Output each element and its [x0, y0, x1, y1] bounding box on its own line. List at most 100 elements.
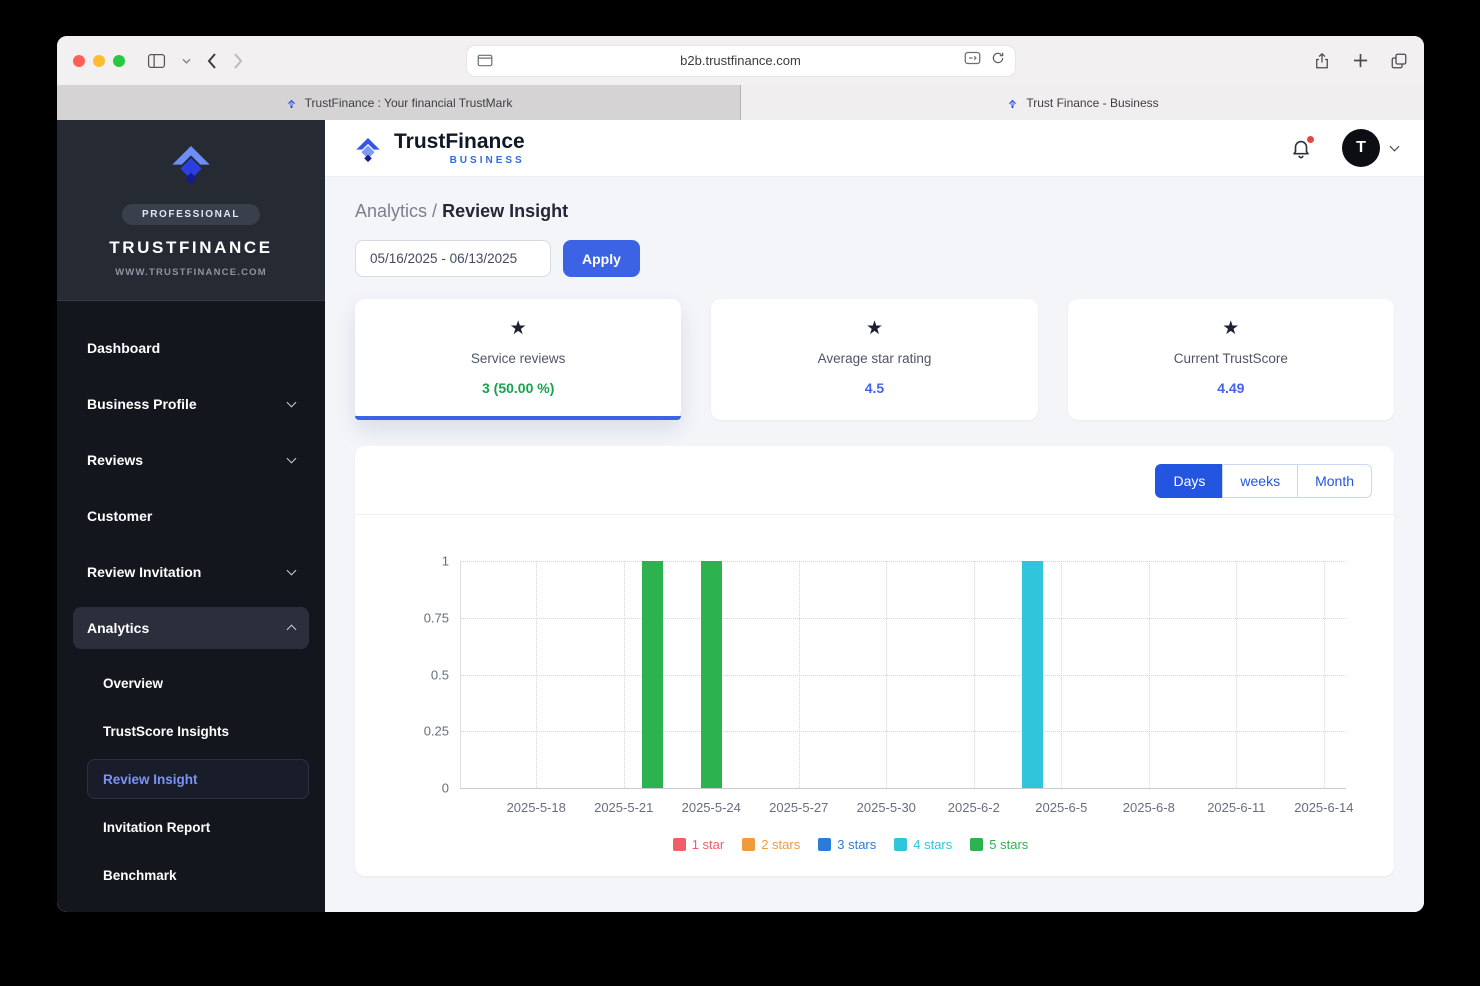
- page-title: Review Insight: [442, 201, 569, 221]
- app-brand-name: TrustFinance: [394, 129, 525, 153]
- stat-card-title: Average star rating: [817, 351, 932, 366]
- legend-label: 5 stars: [989, 837, 1029, 852]
- app-header: TrustFinance BUSINESS T: [325, 120, 1424, 177]
- legend-label: 1 star: [691, 837, 725, 852]
- x-axis-tick-label: 2025-6-14: [1294, 800, 1354, 815]
- sidebar-item-customer[interactable]: Customer: [73, 495, 309, 537]
- sidebar-chevron-down-icon[interactable]: [182, 58, 191, 64]
- chart-legend: 1 star 2 stars 3 stars 4 stars 5 stars: [355, 837, 1346, 852]
- legend-swatch-icon: [894, 838, 908, 851]
- y-axis-tick-label: 0.5: [430, 667, 449, 682]
- legend-item[interactable]: 5 stars: [970, 837, 1028, 852]
- stat-card-value: 4.5: [711, 380, 1037, 396]
- toggle-days-button[interactable]: Days: [1155, 464, 1224, 498]
- date-range-input[interactable]: [355, 240, 551, 277]
- sidebar-item-business-profile[interactable]: Business Profile: [73, 383, 309, 425]
- x-axis-tick-label: 2025-5-18: [506, 800, 566, 815]
- legend-swatch-icon: [818, 838, 832, 851]
- legend-label: 3 stars: [837, 837, 877, 852]
- close-window-button[interactable]: [73, 54, 85, 67]
- trustfinance-logo-icon: [172, 146, 210, 185]
- chart-plot: 1 0.75 0.5 0.25 0 2025-5-18 2025-5-21 2025-5-24…: [424, 554, 1354, 816]
- share-icon[interactable]: [1313, 51, 1331, 71]
- breadcrumb: Analytics / Review Insight: [355, 201, 1394, 222]
- stat-card-average-star-rating[interactable]: ★ Average star rating 4.5: [711, 299, 1038, 420]
- legend-item[interactable]: 4 stars: [894, 837, 952, 852]
- x-axis-tick-label: 2025-5-27: [769, 800, 829, 815]
- legend-item[interactable]: 2 stars: [742, 837, 800, 852]
- sidebar: PROFESSIONAL TRUSTFINANCE WWW.TRUSTFINAN…: [57, 120, 325, 912]
- chart-bar[interactable]: [700, 561, 722, 788]
- chevron-down-icon: [286, 397, 297, 408]
- sidebar-item-analytics[interactable]: Analytics: [73, 607, 309, 649]
- star-icon: ★: [865, 318, 884, 339]
- sidebar-item-label: Analytics: [87, 620, 150, 636]
- breadcrumb-separator: /: [432, 201, 438, 221]
- legend-swatch-icon: [672, 838, 686, 851]
- window-controls: [73, 54, 125, 67]
- sidebar-subitem-label: Review Insight: [103, 771, 198, 787]
- gridline-vertical: [536, 561, 538, 788]
- account-menu-button[interactable]: T: [1342, 129, 1400, 167]
- sidebar-subitem-overview[interactable]: Overview: [87, 663, 309, 703]
- y-axis-tick-label: 0: [441, 780, 449, 796]
- sidebar-subitem-review-insight[interactable]: Review Insight: [87, 759, 309, 799]
- browser-tab-business[interactable]: Trust Finance - Business: [741, 85, 1424, 120]
- forward-button[interactable]: [233, 52, 243, 69]
- chevron-down-icon: [286, 565, 297, 576]
- stat-card-current-trustscore[interactable]: ★ Current TrustScore 4.49: [1067, 299, 1394, 420]
- gridline-horizontal: [461, 617, 1346, 619]
- x-axis-tick-label: 2025-6-11: [1207, 800, 1266, 815]
- page-content: Analytics / Review Insight Apply ★ Servi…: [325, 177, 1424, 912]
- toggle-weeks-button[interactable]: weeks: [1222, 464, 1299, 498]
- x-axis-tick-label: 2025-5-30: [856, 800, 916, 815]
- sidebar-toggle-icon[interactable]: [147, 53, 166, 69]
- x-axis-tick-label: 2025-6-2: [947, 800, 1000, 815]
- reload-icon[interactable]: [991, 51, 1005, 70]
- legend-label: 4 stars: [913, 837, 953, 852]
- sidebar-subitem-trustscore-insights[interactable]: TrustScore Insights: [87, 711, 309, 751]
- sidebar-item-reviews[interactable]: Reviews: [73, 439, 309, 481]
- back-button[interactable]: [207, 52, 217, 69]
- legend-item[interactable]: 3 stars: [818, 837, 876, 852]
- gridline-vertical: [1236, 561, 1238, 788]
- sidebar-item-dashboard[interactable]: Dashboard: [73, 327, 309, 369]
- chevron-down-icon: [1389, 141, 1400, 152]
- sidebar-nav: Dashboard Business Profile Reviews Custo…: [57, 301, 325, 912]
- stat-card-service-reviews[interactable]: ★ Service reviews 3 (50.00 %): [355, 299, 682, 420]
- star-icon: ★: [509, 318, 527, 339]
- sidebar-subitem-label: Benchmark: [103, 867, 177, 883]
- sidebar-item-review-invitation[interactable]: Review Invitation: [73, 551, 309, 593]
- legend-item[interactable]: 1 star: [672, 837, 725, 852]
- browser-toolbar: b2b.trustfinance.com: [57, 36, 1424, 85]
- sidebar-brand-website: WWW.TRUSTFINANCE.COM: [115, 267, 267, 278]
- analytics-submenu: Overview TrustScore Insights Review Insi…: [73, 663, 309, 895]
- stat-card-title: Service reviews: [470, 351, 566, 366]
- chart-bar[interactable]: [1021, 561, 1043, 788]
- minimize-window-button[interactable]: [93, 54, 105, 67]
- gridline-horizontal: [461, 674, 1346, 676]
- zoom-window-button[interactable]: [113, 54, 125, 67]
- chart-view-toggle: Days weeks Month: [1155, 464, 1372, 498]
- page-settings-icon[interactable]: [477, 54, 493, 67]
- toggle-month-button[interactable]: Month: [1297, 464, 1372, 498]
- chart-area: 1 0.75 0.5 0.25 0 2025-5-18 2025-5-21 2025-5-24…: [355, 515, 1394, 853]
- new-tab-icon[interactable]: [1353, 53, 1368, 68]
- chart-bar[interactable]: [642, 561, 664, 788]
- address-bar[interactable]: b2b.trustfinance.com: [466, 45, 1015, 76]
- app-brand-tagline: BUSINESS: [449, 154, 525, 166]
- privacy-badge-icon[interactable]: [964, 51, 981, 70]
- browser-tab-trustfinance[interactable]: TrustFinance : Your financial TrustMark: [57, 85, 741, 120]
- star-icon: ★: [1222, 318, 1240, 339]
- notifications-button[interactable]: [1290, 136, 1314, 159]
- sidebar-subitem-invitation-report[interactable]: Invitation Report: [87, 807, 309, 847]
- sidebar-item-label: Review Invitation: [87, 564, 202, 580]
- tab-overview-icon[interactable]: [1390, 52, 1408, 70]
- sidebar-item-label: Dashboard: [87, 340, 161, 356]
- sidebar-item-label: Business Profile: [87, 396, 197, 412]
- chevron-down-icon: [286, 453, 297, 464]
- breadcrumb-section[interactable]: Analytics: [355, 201, 427, 221]
- app-logo[interactable]: TrustFinance BUSINESS: [351, 131, 525, 166]
- sidebar-subitem-benchmark[interactable]: Benchmark: [87, 855, 309, 895]
- apply-button[interactable]: Apply: [563, 240, 640, 277]
